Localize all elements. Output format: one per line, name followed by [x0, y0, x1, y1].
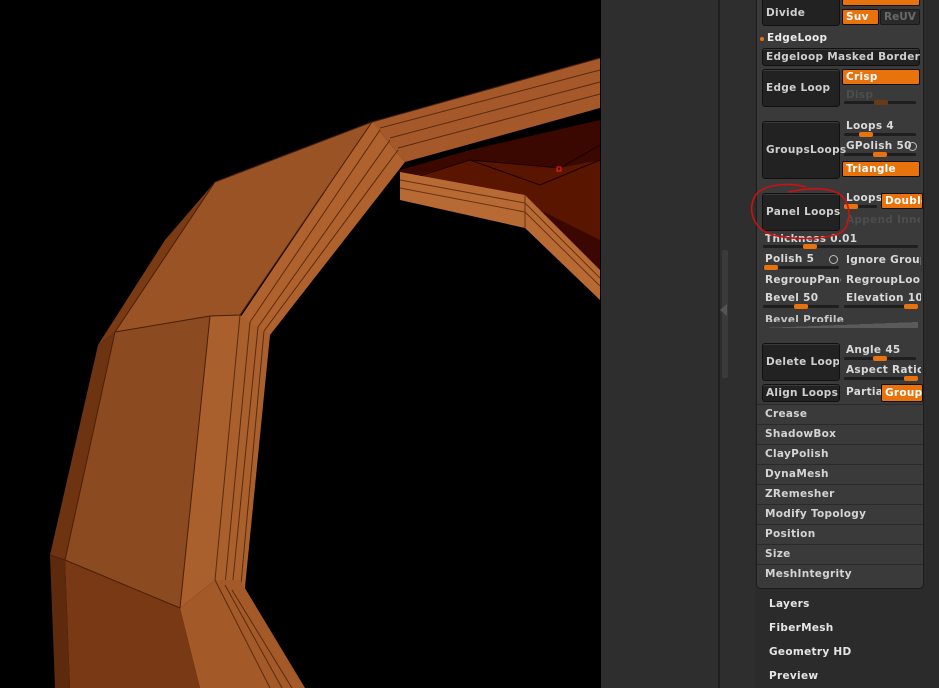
- bevel-slider-knob[interactable]: [794, 304, 808, 309]
- aspect-ratio-slider[interactable]: [844, 376, 918, 381]
- disp-label: Disp: [846, 89, 874, 101]
- tool-panel: Divide Suv ReUV EdgeLoop Edgeloop Masked…: [755, 0, 939, 688]
- bevel-slider[interactable]: [763, 304, 839, 309]
- reuv-label: ReUV: [884, 11, 916, 23]
- edge-loop-button[interactable]: Edge Loop: [762, 69, 840, 107]
- loops-slider[interactable]: [844, 132, 916, 137]
- active-dot-icon: [760, 37, 764, 41]
- reuv-toggle[interactable]: ReUV: [880, 9, 920, 25]
- subpalette-label: Position: [765, 528, 816, 540]
- angle-slider-knob[interactable]: [873, 356, 887, 361]
- groups-label: Groups: [885, 387, 923, 399]
- align-loops-button[interactable]: Align Loops: [762, 384, 840, 402]
- elevation-slider-knob[interactable]: [904, 304, 918, 309]
- subpalette-label: Modify Topology: [765, 508, 867, 520]
- gpolish-circle-icon[interactable]: [908, 142, 917, 151]
- subpalette-label: Size: [765, 548, 791, 560]
- polish-slider[interactable]: [763, 265, 839, 270]
- polish-circle-icon[interactable]: [829, 255, 838, 264]
- groups-toggle[interactable]: Groups: [881, 384, 923, 402]
- side-gutter: [601, 0, 755, 688]
- crisp-label: Crisp: [846, 71, 878, 83]
- bevel-profile-curve[interactable]: [763, 322, 918, 328]
- gpolish-label: GPolish 50: [846, 140, 912, 152]
- subpalette-shadowbox[interactable]: ShadowBox: [757, 424, 923, 445]
- suv-label: Suv: [846, 11, 869, 23]
- triangle-label: Triangle: [846, 163, 896, 175]
- subpalette-crease[interactable]: Crease: [757, 404, 923, 425]
- geometry-subpalette: Divide Suv ReUV EdgeLoop Edgeloop Masked…: [757, 0, 923, 588]
- partial-toggle[interactable]: Partial: [846, 385, 882, 399]
- delete-loops-label: Delete Loops: [766, 356, 840, 368]
- elevation-slider[interactable]: [844, 304, 918, 309]
- subpalette-dynamesh[interactable]: DynaMesh: [757, 464, 923, 485]
- masked-border-label: Edgeloop Masked Border: [766, 51, 921, 63]
- groupsloops-button[interactable]: GroupsLoops: [762, 121, 846, 179]
- divide-options-bar[interactable]: [842, 0, 920, 6]
- regroup-panel-label[interactable]: RegroupPanel: [765, 273, 841, 287]
- annotation-circle: [750, 183, 850, 240]
- polish-slider-knob[interactable]: [763, 265, 778, 270]
- subpalette-label: ShadowBox: [765, 428, 837, 440]
- thickness-slider[interactable]: [763, 244, 918, 249]
- thickness-slider-knob[interactable]: [802, 244, 817, 249]
- aspect-ratio-label: Aspect Ratio: [846, 364, 921, 376]
- palette-geometry-hd[interactable]: Geometry HD: [769, 646, 852, 658]
- subpalette-meshintegrity[interactable]: MeshIntegrity: [757, 564, 923, 585]
- subpalette-label: ZRemesher: [765, 488, 835, 500]
- subpalette-label: DynaMesh: [765, 468, 829, 480]
- divide-button[interactable]: Divide: [762, 0, 840, 26]
- bevel-label: Bevel 50: [765, 292, 819, 304]
- double-label: Double: [885, 195, 922, 207]
- mesh-render: [49, 57, 601, 688]
- edgeloop-masked-border-button[interactable]: Edgeloop Masked Border: [762, 48, 920, 66]
- subpalette-label: MeshIntegrity: [765, 568, 852, 580]
- double-toggle[interactable]: Double: [881, 193, 923, 209]
- polish-label: Polish 5: [765, 253, 815, 265]
- collapse-arrow-icon[interactable]: [720, 304, 727, 316]
- delete-loops-button[interactable]: Delete Loops: [762, 343, 840, 381]
- gutter-divider: [718, 0, 720, 688]
- palette-layers[interactable]: Layers: [769, 598, 810, 610]
- aspect-ratio-slider-knob[interactable]: [904, 376, 918, 381]
- align-loops-label: Align Loops: [766, 387, 839, 399]
- disp-slider-knob[interactable]: [874, 100, 888, 105]
- elevation-label: Elevation 100: [846, 292, 921, 304]
- subpalette-label: ClayPolish: [765, 448, 829, 460]
- palette-fibermesh[interactable]: FiberMesh: [769, 622, 834, 634]
- regroup-loops-label[interactable]: RegroupLoops: [846, 273, 921, 287]
- palette-preview[interactable]: Preview: [769, 670, 818, 682]
- triangle-toggle[interactable]: Triangle: [842, 161, 920, 177]
- edgeloop-title[interactable]: EdgeLoop: [767, 31, 827, 45]
- gpolish-slider-knob[interactable]: [873, 152, 887, 157]
- viewport-canvas[interactable]: [0, 0, 601, 688]
- angle-label: Angle 45: [846, 344, 901, 356]
- loops-label: Loops 4: [846, 120, 894, 132]
- subpalette-claypolish[interactable]: ClayPolish: [757, 444, 923, 465]
- subpalette-modify-topology[interactable]: Modify Topology: [757, 504, 923, 525]
- edge-loop-label: Edge Loop: [766, 82, 831, 94]
- subpalette-zremesher[interactable]: ZRemesher: [757, 484, 923, 505]
- divide-label: Divide: [766, 7, 806, 19]
- subpalette-label: Crease: [765, 408, 808, 420]
- subpalette-position[interactable]: Position: [757, 524, 923, 545]
- disp-slider[interactable]: [844, 100, 916, 105]
- loops-slider-knob[interactable]: [858, 132, 873, 137]
- groupsloops-label: GroupsLoops: [766, 144, 847, 156]
- gpolish-slider[interactable]: [844, 152, 916, 157]
- crisp-toggle[interactable]: Crisp: [842, 69, 920, 85]
- subpalette-size[interactable]: Size: [757, 544, 923, 565]
- angle-slider[interactable]: [844, 356, 916, 361]
- suv-toggle[interactable]: Suv: [842, 9, 879, 25]
- ignore-groups-label[interactable]: Ignore Groups: [846, 253, 921, 267]
